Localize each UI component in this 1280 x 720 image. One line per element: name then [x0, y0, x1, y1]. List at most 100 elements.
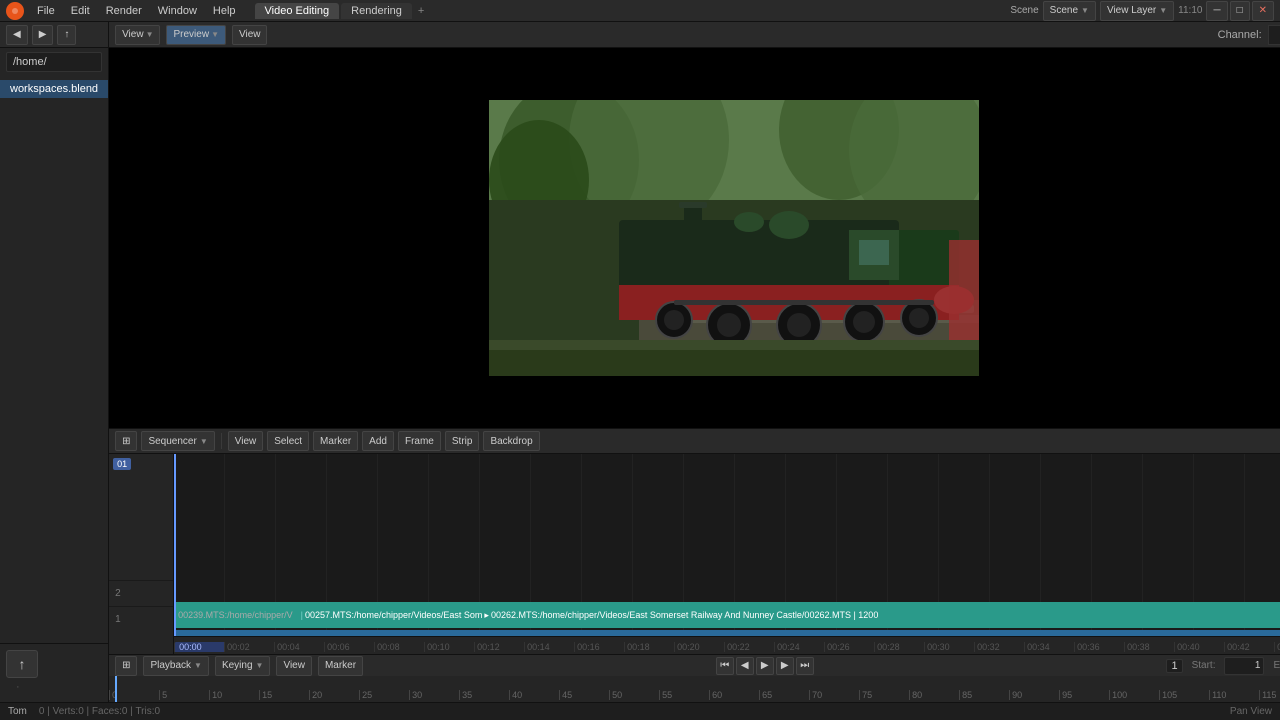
- top-menubar: File Edit Render Window Help Video Editi…: [0, 0, 1280, 22]
- timeline-view-btn[interactable]: View: [276, 656, 312, 676]
- prev-frame-btn[interactable]: ◀: [736, 657, 754, 675]
- timeline-marker-btn[interactable]: Marker: [318, 656, 363, 676]
- file-entry-workspace[interactable]: workspaces.blend: [0, 80, 108, 98]
- playback-arrow: ▼: [194, 661, 202, 670]
- seq-channel-1: 1: [109, 606, 173, 632]
- t18: 00:18: [624, 642, 674, 652]
- rm-90: 90: [1009, 690, 1059, 700]
- t28: 00:28: [874, 642, 924, 652]
- preview-preview-arrow: ▼: [211, 30, 219, 39]
- channel-label: Channel:: [1218, 29, 1262, 41]
- rm-20: 20: [309, 690, 359, 700]
- tab-video-editing[interactable]: Video Editing: [255, 3, 340, 19]
- sequencer-name-dropdown[interactable]: Sequencer ▼: [141, 431, 214, 451]
- strip1-sep1: |: [301, 610, 303, 620]
- keying-dropdown[interactable]: Keying ▼: [215, 656, 271, 676]
- t16: 00:16: [574, 642, 624, 652]
- preview-view-btn[interactable]: View ▼: [115, 25, 160, 45]
- seq-add-btn[interactable]: Add: [362, 431, 394, 451]
- rm-45: 45: [559, 690, 609, 700]
- dot-indicator: ·: [6, 678, 102, 696]
- seq-strip-btn[interactable]: Strip: [445, 431, 480, 451]
- file-browser-back-btn[interactable]: ◀: [6, 25, 28, 45]
- channel-input[interactable]: [1268, 25, 1280, 45]
- t20: 00:20: [674, 642, 724, 652]
- keying-arrow: ▼: [256, 661, 264, 670]
- sequencer-area: 2 1 01 00239.MTS:/home/chipper/V | 00257…: [109, 454, 1280, 654]
- scene-dropdown[interactable]: Scene ▼: [1043, 1, 1096, 21]
- time-display: 11:10: [1178, 5, 1202, 16]
- rm-40: 40: [509, 690, 559, 700]
- seq-select-btn[interactable]: Select: [267, 431, 309, 451]
- rm-10: 10: [209, 690, 259, 700]
- sequencer-toolbar: ⊞ Sequencer ▼ View Select Marker Add Fra…: [109, 428, 1280, 454]
- next-frame-btn[interactable]: ▶: [776, 657, 794, 675]
- rm-35: 35: [459, 690, 509, 700]
- scene-dropdown-arrow: ▼: [1081, 6, 1089, 15]
- blender-logo: [6, 2, 24, 20]
- seq-marker-btn[interactable]: Marker: [313, 431, 358, 451]
- skip-end-btn[interactable]: ⏭: [796, 657, 814, 675]
- timeline-ruler: 0 5 10 15 20 25 30 35 40 45 50 55 60 65 …: [109, 676, 1280, 702]
- rm-95: 95: [1059, 690, 1109, 700]
- play-controls: ⏮ ◀ ▶ ▶ ⏭: [716, 657, 814, 675]
- seq-strip-1[interactable]: 00239.MTS:/home/chipper/V | 00257.MTS:/h…: [174, 602, 1280, 628]
- menu-render[interactable]: Render: [99, 3, 149, 19]
- t42: 00:42: [1224, 642, 1274, 652]
- timeline-header-btn[interactable]: ⊞: [115, 656, 137, 676]
- menu-edit[interactable]: Edit: [64, 3, 97, 19]
- menu-help[interactable]: Help: [206, 3, 243, 19]
- sequencer-header-btn[interactable]: ⊞: [115, 431, 137, 451]
- window-min-btn[interactable]: ─: [1206, 1, 1227, 21]
- preview-image: [489, 100, 979, 376]
- upload-btn[interactable]: ↑: [6, 650, 38, 678]
- seq-ruler: 00:00 00:02 00:04 00:06 00:08 00:10 00:1…: [174, 637, 1280, 654]
- add-workspace-btn[interactable]: +: [418, 5, 424, 17]
- rm-85: 85: [959, 690, 1009, 700]
- viewlayer-dropdown-arrow: ▼: [1159, 6, 1167, 15]
- file-browser-fwd-btn[interactable]: ▶: [32, 25, 54, 45]
- t24: 00:24: [774, 642, 824, 652]
- timeline-controls: ⊞ Playback ▼ Keying ▼ View Marker ⏮ ◀ ▶ …: [109, 654, 1280, 676]
- frame-start-input[interactable]: [1224, 657, 1264, 675]
- preview-preview-btn[interactable]: Preview ▼: [166, 25, 226, 45]
- strip1-sep2: ▸: [484, 610, 489, 621]
- rm-110: 110: [1209, 690, 1259, 700]
- strip1-label2: 00257.MTS:/home/chipper/Videos/East Som: [305, 610, 482, 620]
- preview-toolbar: View ▼ Preview ▼ View Channel: ⊞ ⛶: [109, 22, 1280, 48]
- window-max-btn[interactable]: □: [1230, 1, 1250, 21]
- menu-window[interactable]: Window: [151, 3, 204, 19]
- sequencer-name: Sequencer: [148, 436, 196, 447]
- status-info: 0 | Verts:0 | Faces:0 | Tris:0: [39, 706, 160, 717]
- tab-rendering[interactable]: Rendering: [341, 3, 412, 19]
- rm-100: 100: [1109, 690, 1159, 700]
- path-input[interactable]: [6, 52, 102, 72]
- menu-file[interactable]: File: [30, 3, 62, 19]
- rm-55: 55: [659, 690, 709, 700]
- path-bar-container: [0, 48, 108, 76]
- t26: 00:26: [824, 642, 874, 652]
- t30: 00:30: [924, 642, 974, 652]
- t10: 00:10: [424, 642, 474, 652]
- rm-105: 105: [1159, 690, 1209, 700]
- center-area: View ▼ Preview ▼ View Channel: ⊞ ⛶: [109, 22, 1280, 702]
- preview-area: [109, 48, 1280, 428]
- preview-view2-btn[interactable]: View: [232, 25, 268, 45]
- seq-backdrop-btn[interactable]: Backdrop: [483, 431, 539, 451]
- play-pause-btn[interactable]: ▶: [756, 657, 774, 675]
- file-browser-bottom: ↑ ·: [0, 643, 108, 702]
- seq-time-bar: 00:00 00:02 00:04 00:06 00:08 00:10 00:1…: [174, 636, 1280, 654]
- viewlayer-dropdown[interactable]: View Layer ▼: [1100, 1, 1174, 21]
- skip-start-btn[interactable]: ⏮: [716, 657, 734, 675]
- window-close-btn[interactable]: ✕: [1252, 1, 1274, 21]
- playback-dropdown[interactable]: Playback ▼: [143, 656, 209, 676]
- seq-dropdown-arrow: ▼: [200, 437, 208, 446]
- t38: 00:38: [1124, 642, 1174, 652]
- seq-view-btn[interactable]: View: [228, 431, 264, 451]
- rm-30: 30: [409, 690, 459, 700]
- keying-label: Keying: [222, 660, 253, 671]
- seq-timeline-content[interactable]: 00239.MTS:/home/chipper/V | 00257.MTS:/h…: [174, 454, 1280, 654]
- status-user: Tom: [8, 706, 27, 717]
- seq-frame-btn[interactable]: Frame: [398, 431, 441, 451]
- file-browser-up-btn[interactable]: ↑: [57, 25, 76, 45]
